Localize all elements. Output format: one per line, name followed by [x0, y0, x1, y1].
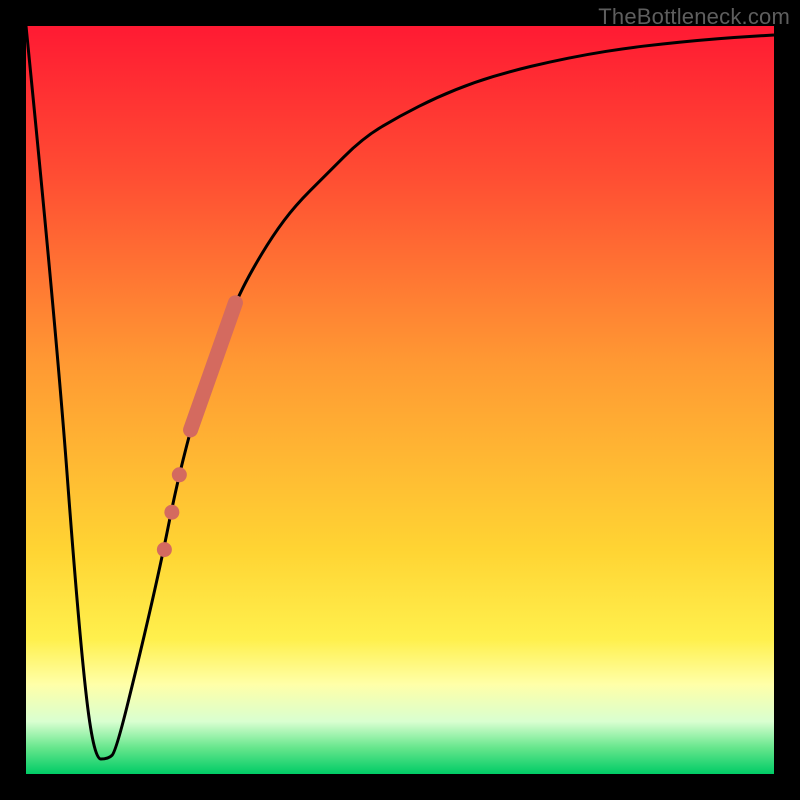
highlight-dot [172, 467, 187, 482]
plot-area [26, 26, 774, 774]
chart-frame: TheBottleneck.com [0, 0, 800, 800]
highlight-dot [157, 542, 172, 557]
highlight-dot [164, 505, 179, 520]
watermark-text: TheBottleneck.com [598, 4, 790, 30]
chart-svg [26, 26, 774, 774]
